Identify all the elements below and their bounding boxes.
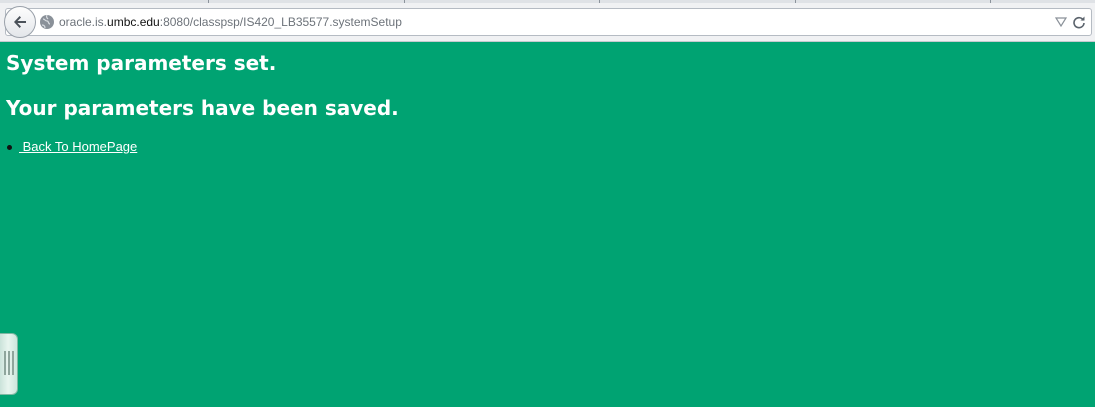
dropdown-arrow-icon[interactable]	[1055, 17, 1067, 27]
back-button[interactable]	[4, 6, 36, 38]
tab-separator	[404, 0, 405, 3]
back-arrow-icon	[14, 16, 26, 28]
sidebar-grip-icon	[4, 351, 6, 375]
tab-strip	[0, 0, 1095, 3]
browser-window: oracle.is.umbc.edu:8080/classpsp/IS420_L…	[0, 0, 1095, 407]
sidebar-grip-icon	[8, 351, 10, 375]
sidebar-grip-icon	[12, 351, 14, 375]
url-prefix: oracle.is.	[59, 15, 108, 29]
tab-separator	[599, 0, 600, 3]
url-text[interactable]: oracle.is.umbc.edu:8080/classpsp/IS420_L…	[59, 15, 402, 29]
tab-separator	[795, 0, 796, 3]
reload-icon[interactable]	[1072, 15, 1086, 29]
bullet-icon	[7, 145, 12, 150]
list-item: Back To HomePage	[6, 139, 137, 154]
back-to-homepage-link[interactable]: Back To HomePage	[19, 139, 138, 154]
url-path: :8080/classpsp/IS420_LB35577.systemSetup	[159, 15, 402, 29]
page-content: System parameters set. Your parameters h…	[0, 42, 1095, 407]
status-heading: System parameters set.	[6, 51, 277, 75]
address-bar[interactable]: oracle.is.umbc.edu:8080/classpsp/IS420_L…	[4, 6, 1092, 38]
browser-toolbar: oracle.is.umbc.edu:8080/classpsp/IS420_L…	[0, 0, 1095, 42]
tab-separator	[208, 0, 209, 3]
url-domain: umbc.edu	[107, 15, 160, 29]
sidebar-grip-handle[interactable]	[0, 333, 18, 395]
link-list: Back To HomePage	[6, 139, 137, 154]
tab-separator	[990, 0, 991, 3]
globe-icon	[40, 14, 54, 29]
confirmation-heading: Your parameters have been saved.	[6, 96, 399, 120]
